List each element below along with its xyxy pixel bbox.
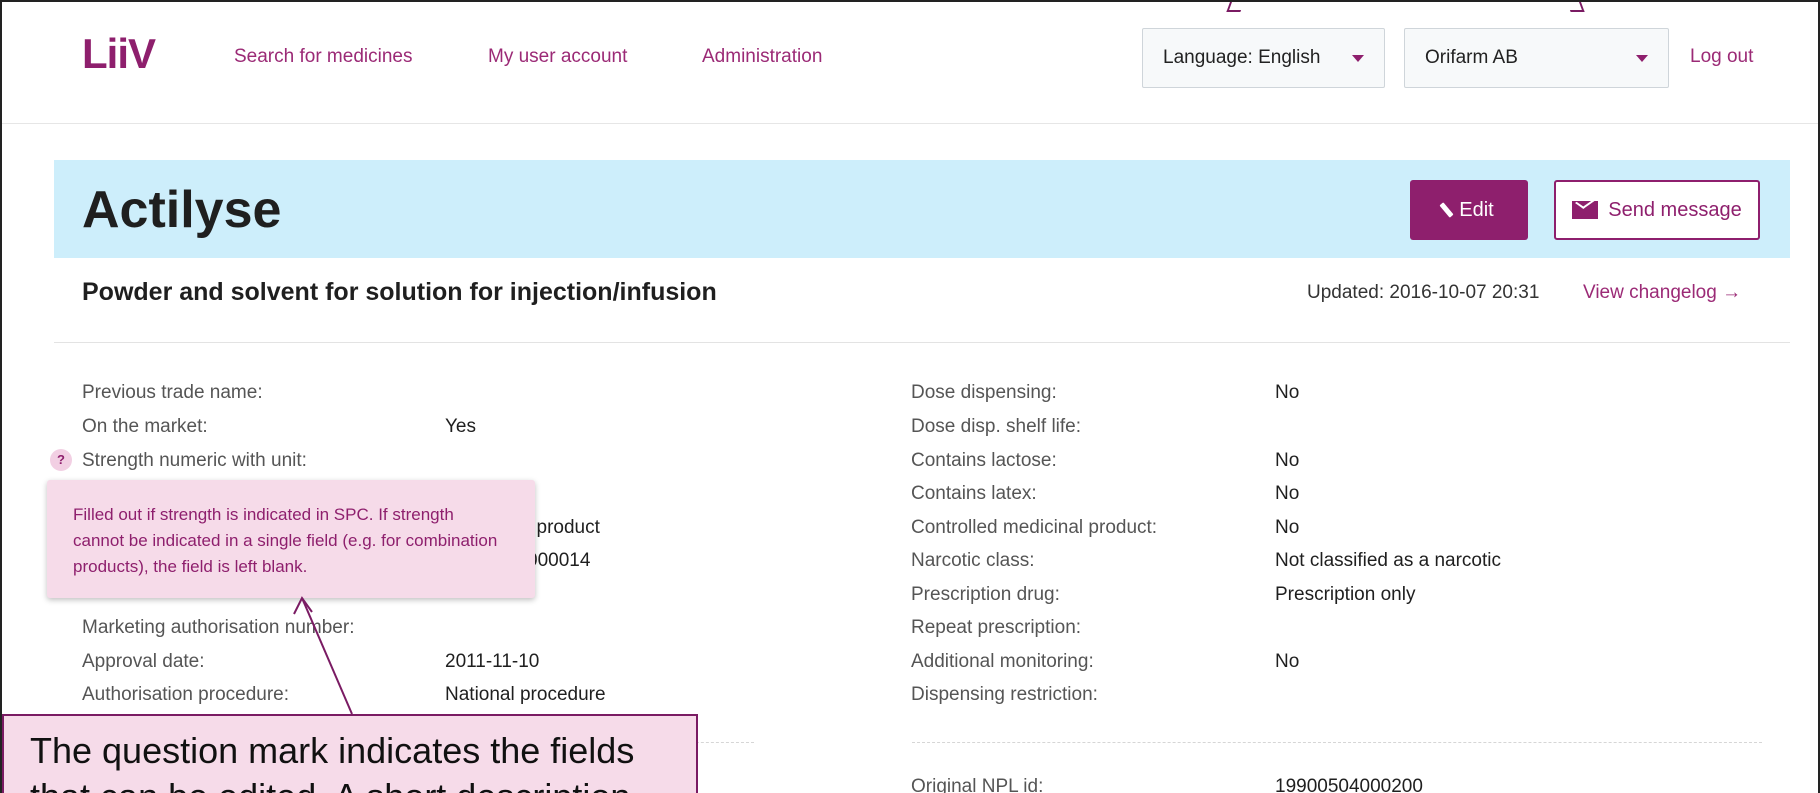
annotation-pointer bbox=[293, 596, 353, 715]
app-frame: LiiV Search for medicines My user accoun… bbox=[0, 0, 1820, 793]
annotation-callout: The question mark indicates the fields t… bbox=[2, 714, 698, 793]
